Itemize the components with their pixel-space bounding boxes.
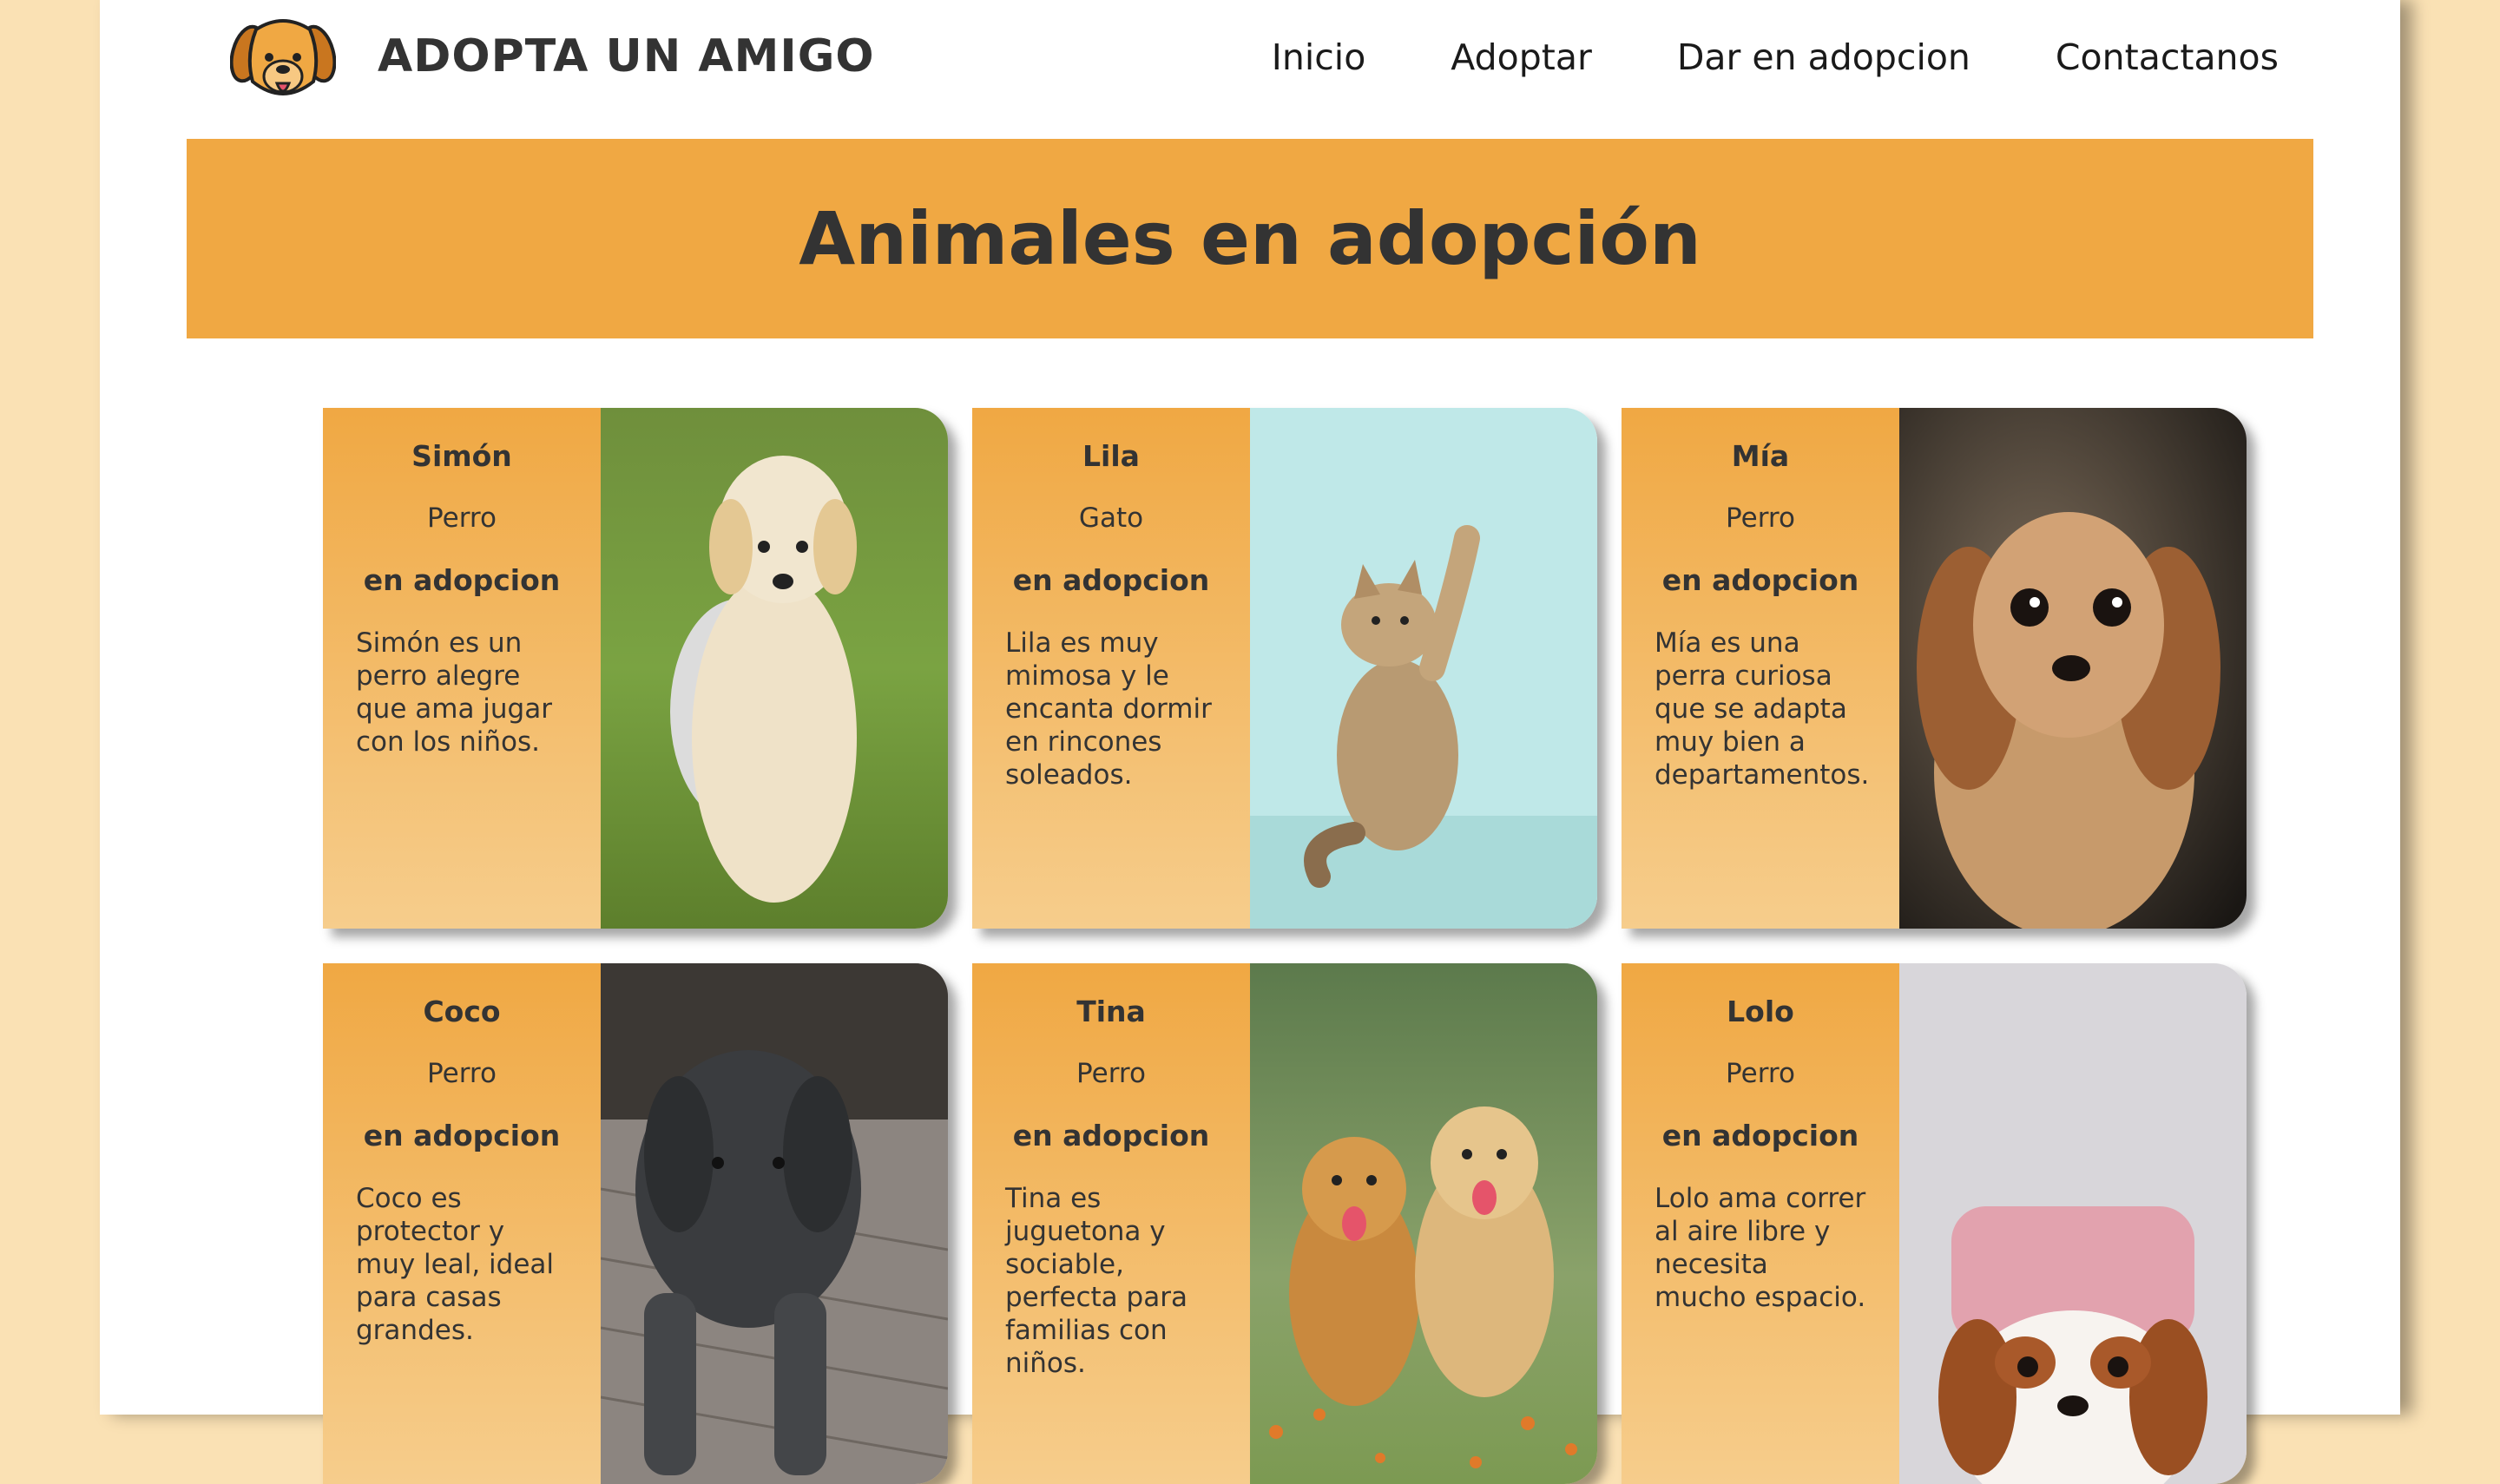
animal-species: Perro	[1076, 1058, 1146, 1089]
animal-card[interactable]: Mía Perro en adopcion Mía es una perra c…	[1622, 408, 2247, 929]
page: ADOPTA UN AMIGO Inicio Adoptar Dar en ad…	[100, 0, 2400, 1484]
card-info: Tina Perro en adopcion Tina es juguetona…	[972, 963, 1250, 1484]
animal-name: Lila	[1082, 439, 1140, 473]
card-info: Lolo Perro en adopcion Lolo ama correr a…	[1622, 963, 1899, 1484]
page-banner: Animales en adopción	[187, 139, 2313, 338]
brand-title[interactable]: ADOPTA UN AMIGO	[378, 30, 875, 82]
animal-species: Perro	[1726, 502, 1795, 534]
animal-card[interactable]: Tina Perro en adopcion Tina es juguetona…	[972, 963, 1597, 1484]
nav-link-adoptar[interactable]: Adoptar	[1451, 36, 1592, 78]
header: ADOPTA UN AMIGO Inicio Adoptar Dar en ad…	[100, 0, 2400, 126]
nav-link-inicio[interactable]: Inicio	[1272, 36, 1366, 78]
animal-name: Simón	[411, 439, 512, 473]
animal-description: Mía es una perra curiosa que se adapta m…	[1655, 627, 1870, 791]
animal-species: Perro	[427, 1058, 497, 1089]
nav-link-dar-en-adopcion[interactable]: Dar en adopcion	[1677, 36, 1970, 78]
animal-card[interactable]: Simón Perro en adopcion Simón es un perr…	[323, 408, 948, 929]
dog-face-icon[interactable]	[229, 12, 337, 108]
animal-name: Tina	[1076, 995, 1146, 1028]
card-info: Simón Perro en adopcion Simón es un perr…	[323, 408, 601, 929]
animal-species: Perro	[427, 502, 497, 534]
card-info: Mía Perro en adopcion Mía es una perra c…	[1622, 408, 1899, 929]
animal-description: Simón es un perro alegre que ama jugar c…	[356, 627, 552, 758]
animal-name: Mía	[1731, 439, 1790, 473]
gray-dog-lying-photo	[601, 963, 948, 1484]
card-info: Coco Perro en adopcion Coco es protector…	[323, 963, 601, 1484]
animal-card[interactable]: Coco Perro en adopcion Coco es protector…	[323, 963, 948, 1484]
kitten-raising-paw-photo	[1250, 408, 1597, 929]
animal-name: Lolo	[1727, 995, 1794, 1028]
card-info: Lila Gato en adopcion Lila es muy mimosa…	[972, 408, 1250, 929]
animal-card[interactable]: Lila Gato en adopcion Lila es muy mimosa…	[972, 408, 1597, 929]
cavalier-puppy-photo	[1899, 963, 2247, 1484]
animal-description: Coco es protector y muy leal, ideal para…	[356, 1183, 555, 1346]
animal-status: en adopcion	[1012, 1119, 1210, 1152]
main-nav: Inicio Adoptar Dar en adopcion Contactan…	[1272, 36, 2279, 78]
animal-description: Tina es juguetona y sociable, perfecta p…	[1005, 1183, 1188, 1379]
page-title: Animales en adopción	[799, 196, 1701, 281]
animal-status: en adopcion	[1661, 563, 1859, 597]
animal-status: en adopcion	[363, 1119, 561, 1152]
two-golden-puppies-photo	[1250, 963, 1597, 1484]
animal-description: Lolo ama correr al aire libre y necesita…	[1655, 1183, 1866, 1313]
fluffy-brown-puppy-photo	[1899, 408, 2247, 929]
golden-puppy-in-bowl-photo	[601, 408, 948, 929]
animal-card[interactable]: Lolo Perro en adopcion Lolo ama correr a…	[1622, 963, 2247, 1484]
animal-species: Gato	[1078, 502, 1144, 534]
animal-species: Perro	[1726, 1058, 1795, 1089]
animal-status: en adopcion	[363, 563, 561, 597]
animal-status: en adopcion	[1012, 563, 1210, 597]
animal-name: Coco	[423, 995, 501, 1028]
nav-link-contactanos[interactable]: Contactanos	[2056, 36, 2279, 78]
animal-description: Lila es muy mimosa y le encanta dormir e…	[1005, 627, 1212, 791]
animal-status: en adopcion	[1661, 1119, 1859, 1152]
